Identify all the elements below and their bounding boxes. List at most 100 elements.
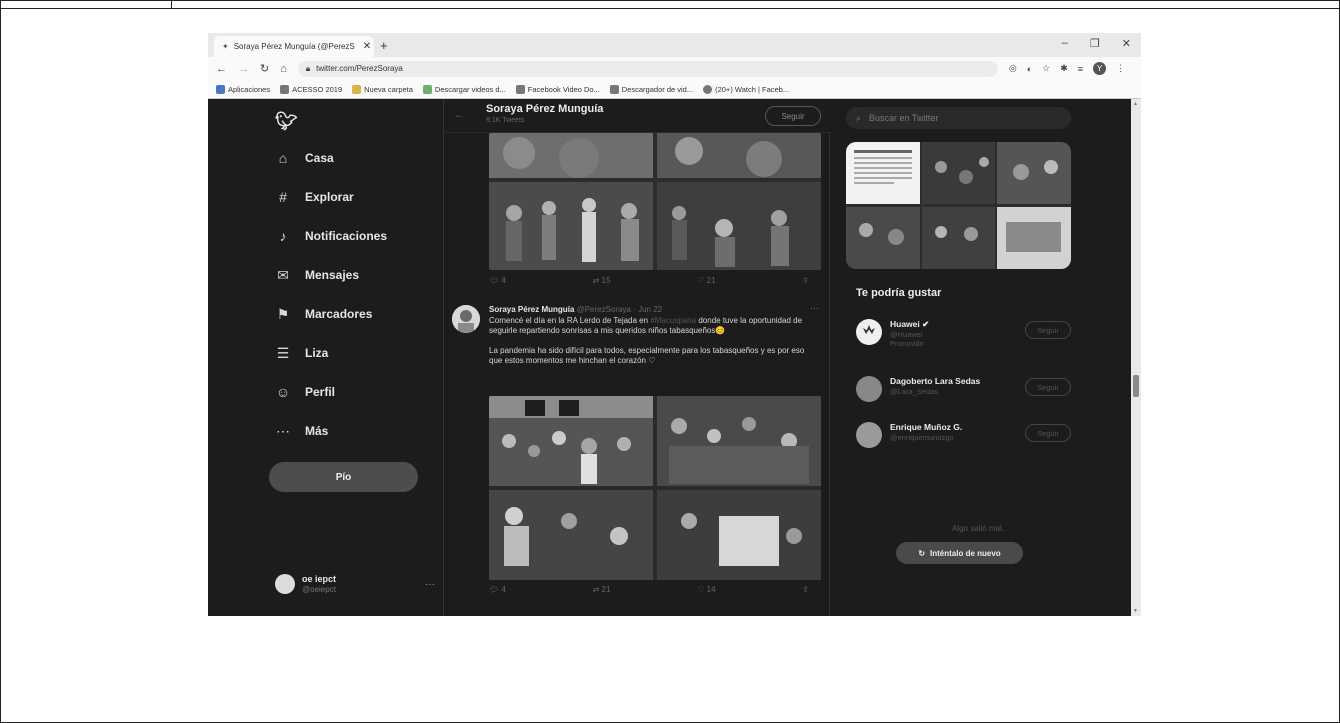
hashtag-link[interactable]: #Macuspana bbox=[650, 316, 696, 325]
tab-title: Soraya Pérez Munguía (@PerezS bbox=[233, 42, 355, 51]
scroll-down-icon[interactable]: ▼ bbox=[1133, 608, 1138, 614]
bookmark-apps[interactable]: Aplicaciones bbox=[216, 84, 270, 94]
follow-button[interactable]: Seguir bbox=[1025, 321, 1071, 339]
close-window-icon[interactable]: ✕ bbox=[1122, 37, 1131, 50]
nav-notifications[interactable]: ♪ Notificaciones bbox=[275, 224, 388, 248]
share-button[interactable]: ⇪ bbox=[802, 585, 809, 594]
user-name: Dagoberto Lara Sedas bbox=[890, 376, 981, 386]
nav-explore[interactable]: # Explorar bbox=[275, 185, 354, 209]
reply-button[interactable]: 💬︎ 4 bbox=[489, 585, 506, 594]
error-message: Algo salió mal. bbox=[951, 524, 1005, 533]
twitter-page: 🐦︎ ⌂ Casa # Explorar ♪ Notificaciones ✉ … bbox=[208, 99, 1141, 616]
tweet-text-paragraph: La pandemia ha sido difícil para todos, … bbox=[489, 346, 805, 365]
tweet-photos[interactable] bbox=[489, 396, 821, 580]
reply-count: 4 bbox=[501, 276, 506, 285]
bookmark-icon bbox=[422, 84, 432, 94]
reload-icon[interactable]: ↻ bbox=[260, 62, 269, 75]
page-scrollbar[interactable]: ▲ ▼ bbox=[1131, 99, 1141, 616]
close-tab-icon[interactable]: ✕ bbox=[360, 41, 374, 52]
avatar-photo bbox=[452, 305, 480, 333]
promoted-label: Promovido bbox=[890, 341, 924, 348]
nav-profile[interactable]: ☺ Perfil bbox=[275, 380, 335, 404]
nav-label: Notificaciones bbox=[305, 229, 388, 243]
nav-lists[interactable]: ☰ Liza bbox=[275, 341, 329, 365]
new-tab-button[interactable]: + bbox=[380, 38, 388, 53]
account-switcher[interactable]: oe iepct @oeiepct ··· bbox=[275, 569, 435, 599]
address-row: ← → ↻ ⌂ 🔒︎ twitter.com/PerezSoraya ◎ ◐ ☆… bbox=[208, 57, 1141, 80]
follow-button[interactable]: Seguir bbox=[765, 106, 821, 126]
bookmark-item[interactable]: ACESSO 2019 bbox=[280, 84, 342, 94]
lock-icon: 🔒︎ bbox=[305, 63, 311, 73]
suggestions-title: Te podría gustar bbox=[856, 287, 942, 299]
back-arrow-icon[interactable]: ← bbox=[454, 109, 465, 121]
forward-icon[interactable]: → bbox=[238, 63, 249, 75]
suggested-user[interactable]: Dagoberto Lara Sedas @Lara_Sedas Seguir bbox=[856, 374, 1071, 414]
nav-messages[interactable]: ✉ Mensajes bbox=[275, 263, 359, 287]
more-icon[interactable]: ··· bbox=[425, 579, 435, 590]
twitter-logo-icon[interactable]: 🐦︎ bbox=[275, 111, 298, 132]
envelope-icon: ✉ bbox=[277, 266, 289, 283]
user-handle: @enriquemunozgo bbox=[890, 433, 954, 442]
minimize-icon[interactable]: – bbox=[1062, 37, 1068, 50]
bookmark-item[interactable]: Nueva carpeta bbox=[352, 84, 413, 94]
share-button[interactable]: ⇪ bbox=[802, 276, 809, 285]
nav-label: Explorar bbox=[305, 190, 354, 204]
browser-tab[interactable]: ✦ Soraya Pérez Munguía (@PerezS ✕ bbox=[214, 36, 374, 57]
back-icon[interactable]: ← bbox=[216, 63, 227, 75]
bookmark-label: Nueva carpeta bbox=[364, 84, 413, 94]
reply-button[interactable]: 💬︎ 4 bbox=[489, 276, 506, 285]
retweet-button[interactable]: ⇄ 15 bbox=[593, 276, 611, 285]
nav-more[interactable]: ⋯ Más bbox=[275, 419, 328, 443]
extension-icon[interactable]: ◎ bbox=[1009, 63, 1017, 74]
retweet-count: 21 bbox=[601, 585, 611, 594]
bookmark-item[interactable]: Facebook Video Do... bbox=[515, 84, 600, 94]
puzzle-icon[interactable]: ✱ bbox=[1060, 63, 1068, 74]
user-name: Huawei ✔ bbox=[890, 319, 930, 329]
nav-home[interactable]: ⌂ Casa bbox=[275, 146, 334, 170]
scrollbar-thumb[interactable] bbox=[1133, 375, 1139, 397]
bookmark-item[interactable]: Descargador de vid... bbox=[609, 84, 693, 94]
like-count: 14 bbox=[706, 585, 716, 594]
star-icon[interactable]: ☆ bbox=[1042, 63, 1050, 74]
avatar[interactable] bbox=[452, 305, 480, 333]
nav-label: Perfil bbox=[305, 385, 336, 399]
media-gallery[interactable] bbox=[846, 142, 1071, 269]
tweet-button[interactable]: Pío bbox=[269, 462, 418, 492]
follow-button[interactable]: Seguir bbox=[1025, 378, 1071, 396]
url-text: twitter.com/PerezSoraya bbox=[316, 64, 403, 73]
like-button[interactable]: ♡ 21 bbox=[697, 276, 715, 285]
search-input[interactable]: ⌕ Buscar en Twitter bbox=[846, 107, 1071, 129]
more-icon[interactable]: ··· bbox=[810, 303, 819, 313]
tweet-actions: 💬︎ 4 ⇄ 15 ♡ 21 ⇪ bbox=[489, 276, 809, 285]
follow-button[interactable]: Seguir bbox=[1025, 424, 1071, 442]
retry-button[interactable]: ↻ Inténtalo de nuevo bbox=[896, 542, 1023, 564]
who-to-follow: Te podría gustar Huawei ✔ @Huawei Promov… bbox=[846, 277, 1071, 527]
like-button[interactable]: ♡ 14 bbox=[697, 585, 715, 594]
scroll-up-icon[interactable]: ▲ bbox=[1133, 101, 1138, 107]
tab-bar: ✦ Soraya Pérez Munguía (@PerezS ✕ + – ❐ … bbox=[208, 33, 1141, 57]
tweet-handle[interactable]: @PerezSoraya · Jun 22 bbox=[577, 305, 663, 314]
bell-icon: ♪ bbox=[279, 228, 287, 244]
bookmark-item[interactable]: (20+) Watch | Faceb... bbox=[703, 84, 789, 94]
bookmark-item[interactable]: Descargar videos d... bbox=[422, 84, 506, 94]
extension-icon[interactable]: ◐ bbox=[1027, 64, 1032, 74]
menu-icon[interactable]: ⋮ bbox=[1116, 63, 1125, 74]
twitter-favicon-icon: ✦ bbox=[222, 42, 229, 51]
suggested-user[interactable]: Huawei ✔ @Huawei Promovido Seguir bbox=[856, 317, 1071, 357]
previous-tweet-photos[interactable] bbox=[489, 133, 821, 270]
maximize-icon[interactable]: ❐ bbox=[1090, 37, 1100, 50]
account-info: oe iepct @oeiepct bbox=[302, 574, 336, 594]
bookmark-label: Facebook Video Do... bbox=[527, 84, 600, 94]
nav-label: Liza bbox=[305, 346, 329, 360]
suggested-user[interactable]: Enrique Muñoz G. @enriquemunozgo Seguir bbox=[856, 420, 1071, 460]
retweet-button[interactable]: ⇄ 21 bbox=[593, 585, 611, 594]
more-circle-icon: ⋯ bbox=[276, 422, 290, 439]
home-icon[interactable]: ⌂ bbox=[280, 63, 287, 75]
profile-avatar[interactable]: Y bbox=[1093, 62, 1107, 75]
extensions-area: ◎ ◐ ☆ ✱ ≡ Y ⋮ bbox=[1009, 62, 1125, 75]
nav-label: Más bbox=[305, 424, 329, 438]
queue-icon[interactable]: ≡ bbox=[1078, 64, 1083, 74]
address-bar[interactable]: 🔒︎ twitter.com/PerezSoraya bbox=[297, 60, 998, 77]
nav-bookmarks[interactable]: ⚑ Marcadores bbox=[275, 302, 373, 326]
tweet-author[interactable]: Soraya Pérez Munguía bbox=[489, 305, 574, 314]
